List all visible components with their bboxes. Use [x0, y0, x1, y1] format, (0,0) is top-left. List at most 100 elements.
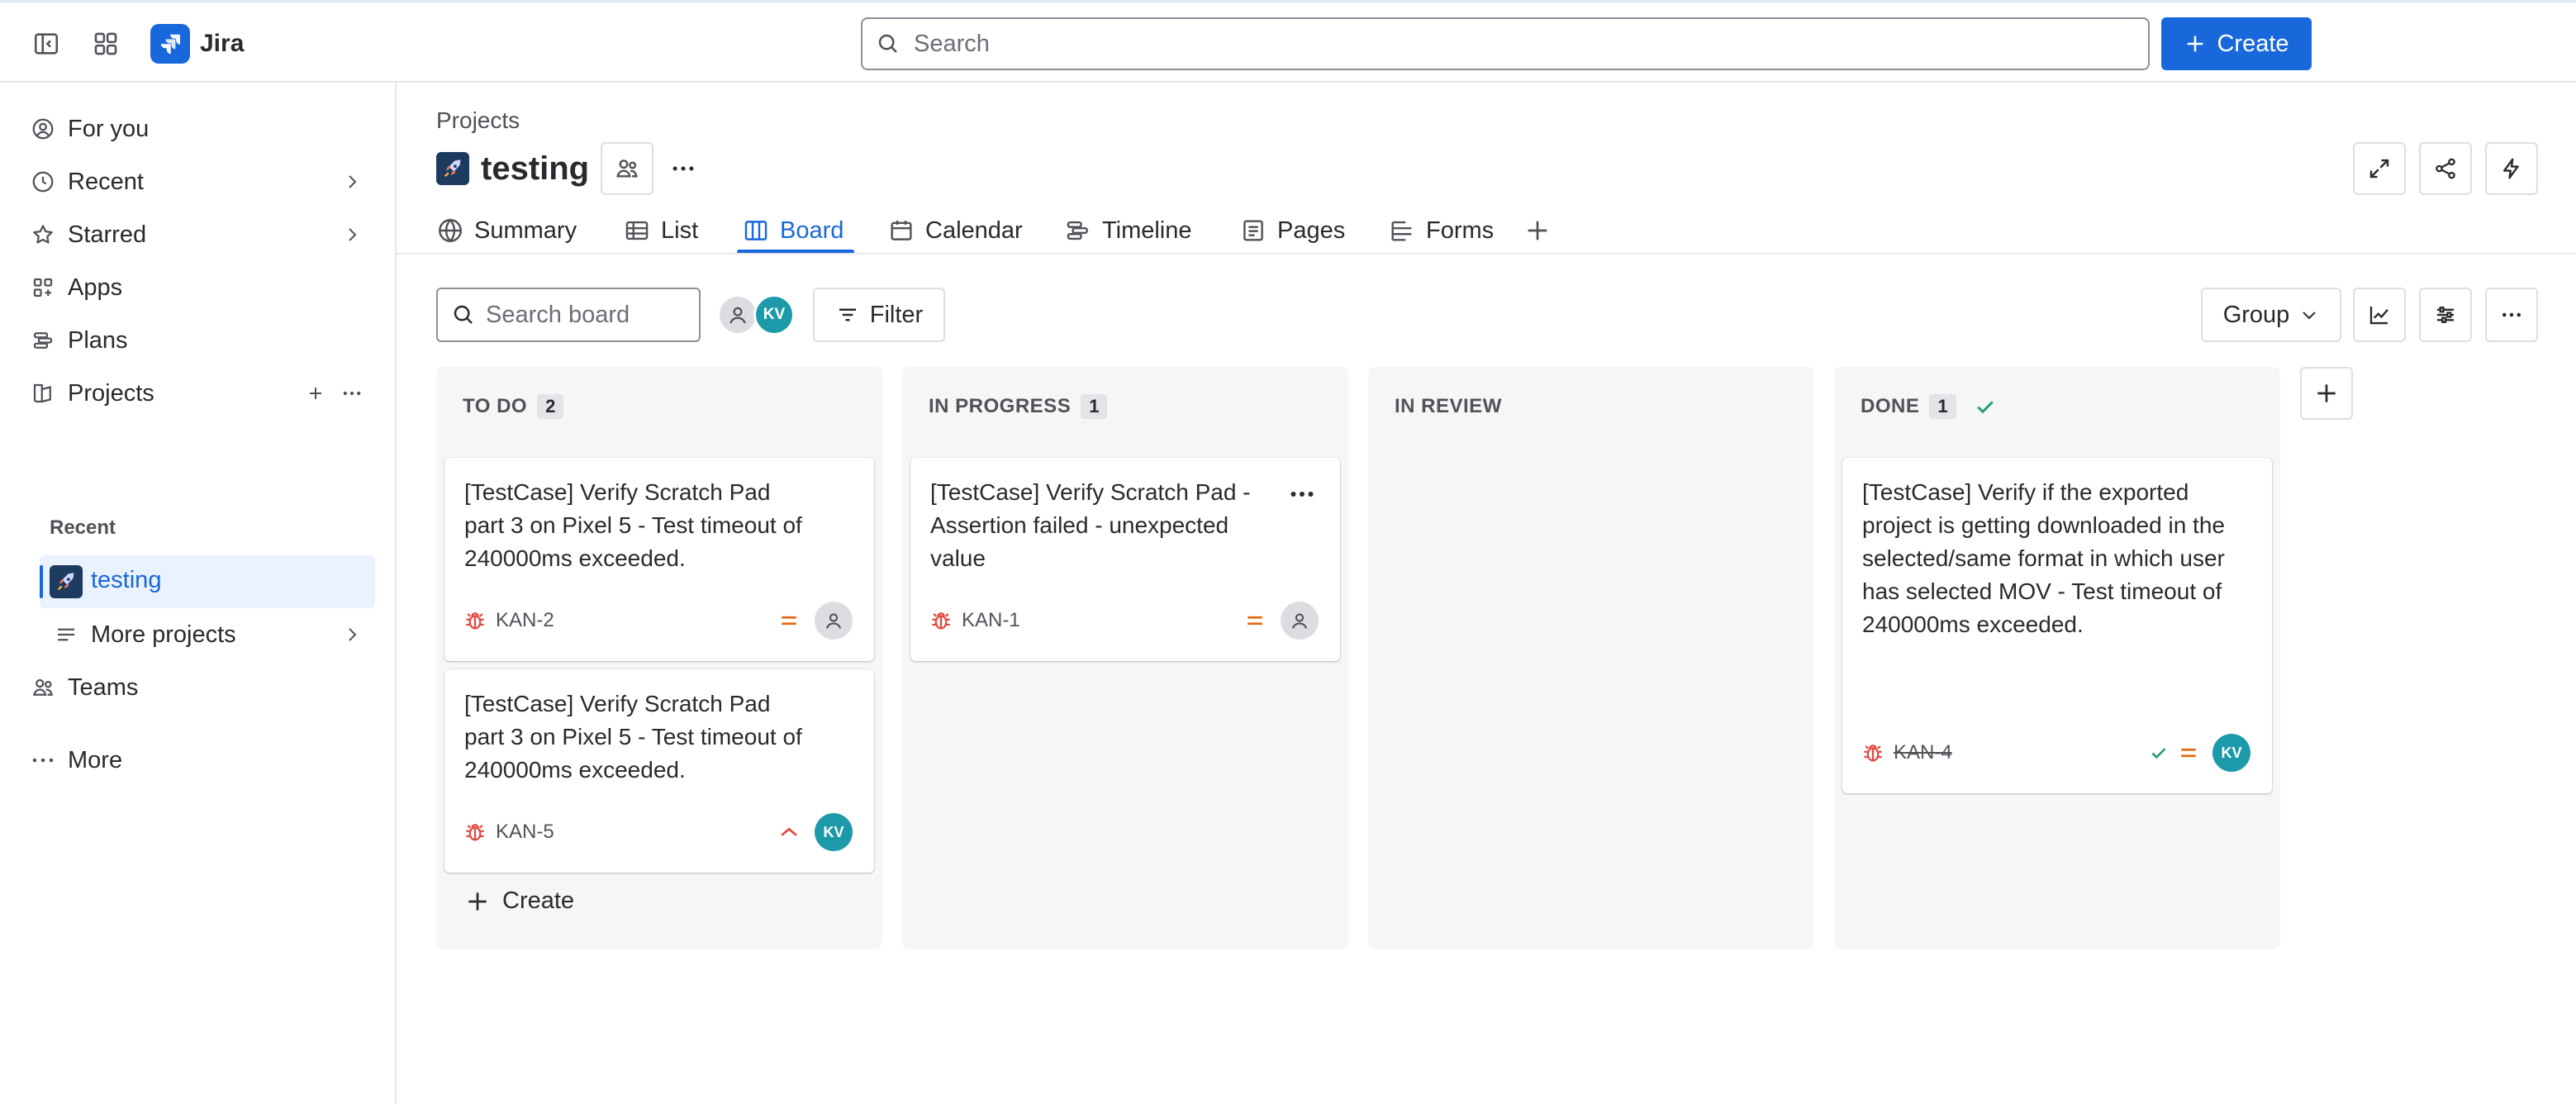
insights-button[interactable]: [2353, 288, 2406, 342]
board-column-todo: TO DO 2 [TestCase] Verify Scratch Pad pa…: [436, 367, 882, 949]
globe-icon: [439, 218, 462, 243]
sidebar-item-starred[interactable]: Starred: [21, 212, 377, 258]
view-settings-button[interactable]: [2419, 288, 2472, 342]
sidebar-item-label: More: [68, 746, 123, 773]
sidebar-item-recent[interactable]: Recent: [21, 159, 377, 205]
forms-icon: [1391, 221, 1412, 241]
tab-list[interactable]: List: [623, 207, 698, 255]
tab-pages[interactable]: Pages: [1239, 207, 1345, 255]
sidebar-item-more-projects[interactable]: More projects: [45, 611, 377, 658]
priority-high-icon: [781, 827, 797, 836]
card-title: [TestCase] Verify Scratch Pad part 3 on …: [464, 479, 802, 571]
card-footer: KAN-2: [463, 602, 853, 640]
sidebar-item-testing[interactable]: testing: [40, 555, 375, 608]
sidebar-item-teams[interactable]: Teams: [21, 664, 377, 711]
sidebar-item-label: For you: [68, 115, 150, 142]
issue-card[interactable]: [TestCase] Verify Scratch Pad - Assertio…: [910, 458, 1340, 661]
sidebar-item-projects[interactable]: Projects: [21, 370, 377, 416]
issue-key[interactable]: KAN-5: [496, 821, 554, 844]
assignee-avatar[interactable]: KV: [2212, 734, 2250, 772]
sidebar-item-plans[interactable]: Plans: [21, 317, 377, 364]
chevron-down-icon: [2303, 312, 2317, 320]
plus-icon: [468, 892, 487, 911]
person-icon: [1291, 613, 1308, 629]
issue-card[interactable]: [TestCase] Verify if the exported projec…: [1842, 458, 2272, 793]
tab-summary[interactable]: Summary: [436, 207, 577, 255]
create-issue-button[interactable]: Create: [464, 887, 574, 915]
issue-key[interactable]: KAN-2: [496, 609, 554, 632]
chevron-right-icon[interactable]: [335, 618, 368, 651]
check-icon: [2151, 748, 2166, 759]
group-button[interactable]: Group: [2201, 288, 2341, 342]
bug-icon: [466, 824, 484, 841]
sidebar-item-more[interactable]: More: [21, 737, 377, 783]
card-more-icon[interactable]: [1282, 481, 1322, 507]
search-icon: [451, 302, 476, 327]
unassigned-avatar[interactable]: [717, 294, 758, 335]
board-more-button[interactable]: [2485, 288, 2538, 342]
app-switcher-icon[interactable]: [84, 24, 127, 64]
card-title: [TestCase] Verify Scratch Pad part 3 on …: [464, 691, 802, 783]
projects-icon: [26, 377, 59, 410]
bug-icon: [932, 612, 950, 630]
sidebar-item-label: Recent: [68, 168, 144, 195]
tab-forms[interactable]: Forms: [1388, 207, 1494, 255]
assignee-avatar[interactable]: KV: [815, 813, 853, 851]
sidebar-item-label: More projects: [91, 621, 236, 648]
filter-button[interactable]: Filter: [813, 288, 945, 342]
issue-card[interactable]: [TestCase] Verify Scratch Pad part 3 on …: [444, 458, 874, 661]
add-column-button[interactable]: [2300, 367, 2353, 420]
create-button[interactable]: Create: [2161, 17, 2312, 70]
sidebar-item-label: Teams: [68, 673, 139, 701]
sidebar-item-label: Starred: [68, 221, 147, 248]
tab-calendar[interactable]: Calendar: [887, 207, 1023, 255]
bug-icon: [1864, 745, 1882, 762]
fullscreen-button[interactable]: [2353, 142, 2406, 195]
jira-logo-icon[interactable]: [150, 24, 190, 64]
column-title: TO DO: [463, 395, 528, 417]
card-title: [TestCase] Verify if the exported projec…: [1862, 479, 2225, 637]
chevron-right-icon[interactable]: [335, 218, 368, 251]
share-icon: [2436, 158, 2455, 179]
add-tab-icon[interactable]: [1523, 207, 1552, 255]
list-icon: [625, 221, 649, 240]
assignee-avatar[interactable]: [815, 602, 853, 640]
tab-timeline[interactable]: Timeline: [1064, 207, 1192, 255]
board-column-in-review: IN REVIEW: [1368, 367, 1814, 949]
share-button[interactable]: [2419, 142, 2472, 195]
user-avatar-kv[interactable]: KV: [753, 294, 795, 335]
card-title: [TestCase] Verify Scratch Pad - Assertio…: [930, 479, 1251, 571]
more-options-icon[interactable]: [335, 377, 368, 410]
sidebar-item-apps[interactable]: Apps: [21, 264, 377, 311]
global-search-input[interactable]: Search: [861, 17, 2150, 70]
team-button[interactable]: [601, 142, 654, 195]
sidebar-toggle-icon[interactable]: [25, 24, 68, 64]
tab-label: Board: [780, 217, 844, 244]
project-more-icon[interactable]: [660, 145, 706, 192]
breadcrumb[interactable]: Projects: [436, 107, 520, 134]
issue-card[interactable]: [TestCase] Verify Scratch Pad part 3 on …: [444, 669, 874, 873]
list-icon: [50, 618, 83, 651]
assignee-avatar[interactable]: [1281, 602, 1319, 640]
top-navigation: Jira Search Create: [0, 0, 2576, 83]
tab-label: Forms: [1426, 217, 1495, 244]
user-circle-icon: [26, 112, 59, 145]
sidebar: For you Recent Starred Apps Plans Projec…: [0, 83, 397, 1104]
app-name[interactable]: Jira: [200, 27, 244, 60]
search-placeholder: Search: [914, 30, 990, 57]
group-label: Group: [2222, 301, 2290, 328]
sidebar-item-for-you[interactable]: For you: [21, 106, 377, 152]
tab-label: List: [661, 217, 699, 244]
tab-label: Calendar: [925, 217, 1023, 244]
tabs-divider: [397, 253, 2576, 255]
project-title-row: testing: [436, 142, 706, 195]
issue-key[interactable]: KAN-1: [962, 609, 1020, 632]
tab-board[interactable]: Board: [742, 207, 844, 255]
add-project-icon[interactable]: [299, 377, 332, 410]
more-icon: [26, 744, 59, 777]
chevron-right-icon[interactable]: [335, 165, 368, 198]
issue-key[interactable]: KAN-4: [1894, 741, 1952, 764]
automation-button[interactable]: [2485, 142, 2538, 195]
column-count: 2: [537, 394, 564, 419]
board-search-input[interactable]: Search board: [436, 288, 701, 342]
